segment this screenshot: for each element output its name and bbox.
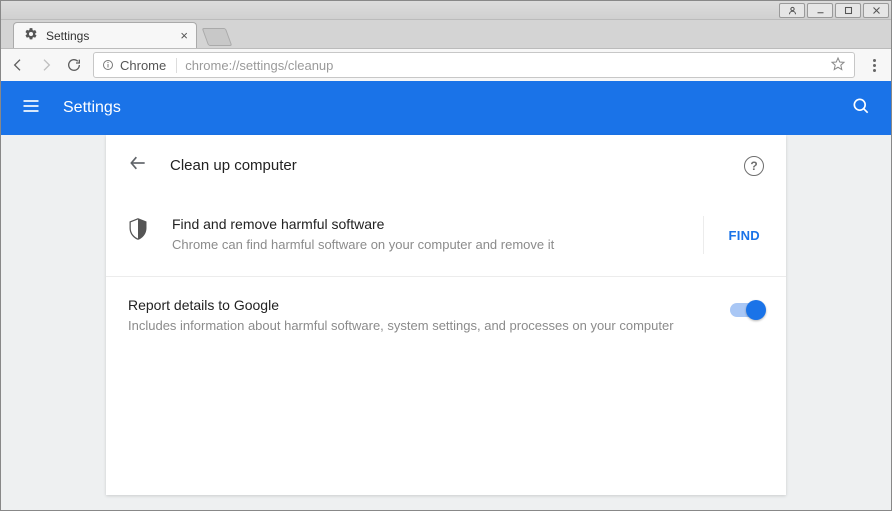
os-user-button[interactable]	[779, 3, 805, 18]
report-toggle[interactable]	[730, 303, 764, 317]
back-button[interactable]	[9, 56, 27, 74]
settings-card: Clean up computer ? Find and remove harm…	[106, 135, 786, 495]
info-icon	[102, 59, 114, 71]
tab-settings[interactable]: Settings ×	[13, 22, 197, 48]
tab-strip: Settings ×	[1, 20, 891, 48]
shield-icon	[128, 218, 148, 245]
find-title: Find and remove harmful software	[172, 216, 703, 232]
report-subtitle: Includes information about harmful softw…	[128, 317, 710, 335]
report-row: Report details to Google Includes inform…	[106, 277, 786, 355]
card-title: Clean up computer	[170, 157, 297, 174]
bookmark-star-icon[interactable]	[830, 56, 846, 75]
security-chip[interactable]: Chrome	[102, 58, 177, 73]
find-subtitle: Chrome can find harmful software on your…	[172, 236, 703, 254]
find-button[interactable]: FIND	[724, 222, 764, 249]
gear-icon	[24, 27, 38, 44]
os-maximize-button[interactable]	[835, 3, 861, 18]
find-harmful-row: Find and remove harmful software Chrome …	[106, 192, 786, 276]
help-icon[interactable]: ?	[744, 156, 764, 176]
forward-button[interactable]	[37, 56, 55, 74]
page-content: Settings Clean up computer ? Find and re…	[1, 81, 891, 510]
os-minimize-button[interactable]	[807, 3, 833, 18]
os-close-button[interactable]	[863, 3, 889, 18]
card-header: Clean up computer ?	[106, 135, 786, 192]
url-text: chrome://settings/cleanup	[185, 58, 824, 73]
omnibox[interactable]: Chrome chrome://settings/cleanup	[93, 52, 855, 78]
tab-close-icon[interactable]: ×	[180, 28, 188, 43]
report-title: Report details to Google	[128, 297, 710, 313]
os-titlebar	[1, 1, 891, 20]
card-back-icon[interactable]	[128, 153, 148, 178]
settings-header: Settings	[1, 81, 891, 135]
security-label: Chrome	[120, 58, 166, 73]
browser-menu-button[interactable]	[865, 57, 883, 74]
tab-title: Settings	[46, 29, 89, 43]
header-title: Settings	[63, 99, 121, 117]
new-tab-button[interactable]	[202, 28, 233, 46]
browser-toolbar: Chrome chrome://settings/cleanup	[1, 48, 891, 82]
reload-button[interactable]	[65, 56, 83, 74]
header-search-icon[interactable]	[851, 96, 871, 121]
hamburger-menu-icon[interactable]	[21, 96, 41, 121]
